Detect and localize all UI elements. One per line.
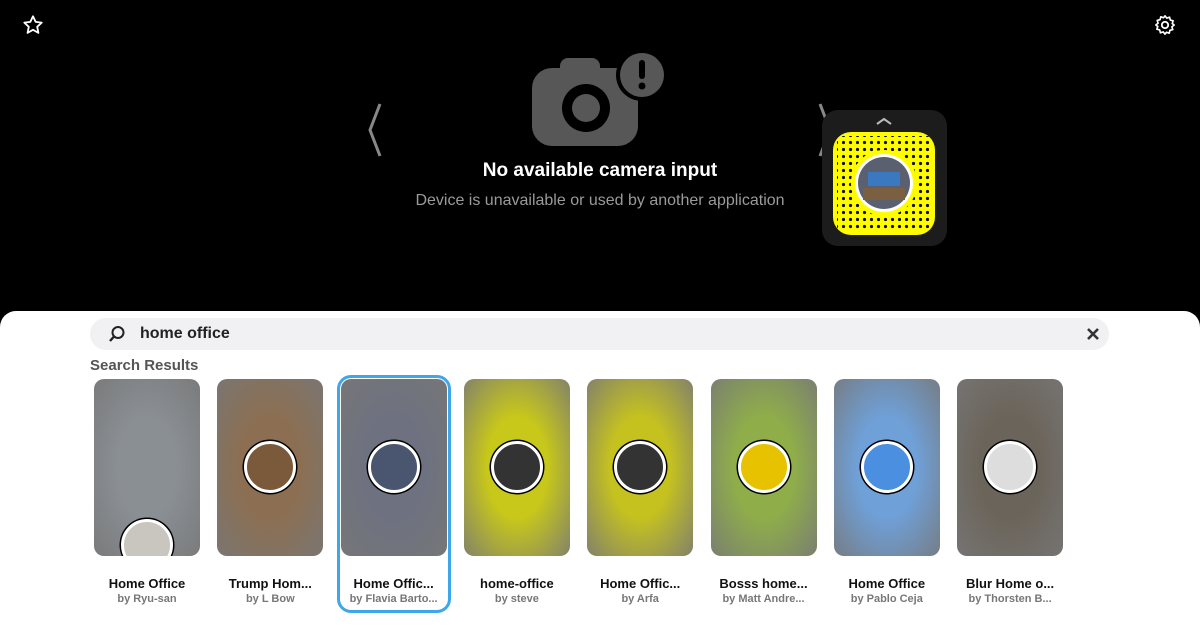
lens-label[interactable]: Home Office by Ryu-san — [86, 576, 209, 605]
lens-title: Home Office — [848, 576, 926, 591]
lens-title: Home Offic... — [600, 576, 681, 591]
camera-status-title: No available camera input — [482, 160, 718, 181]
snapcode[interactable] — [822, 110, 947, 246]
chevron-left-icon[interactable] — [364, 100, 384, 160]
lens-icon — [244, 441, 297, 493]
snapcode-image — [833, 132, 935, 235]
lens-card[interactable] — [463, 379, 570, 556]
lens-label[interactable]: Home Offic... by Arfa — [579, 576, 702, 605]
search-icon — [109, 326, 125, 342]
lens-title: Home Office — [108, 576, 186, 591]
lens-icon — [737, 441, 790, 493]
lens-icon — [490, 441, 543, 493]
lens-author: by steve — [494, 593, 539, 605]
lens-title: Home Offic... — [353, 576, 434, 591]
lens-card[interactable] — [340, 379, 447, 556]
close-icon[interactable] — [1086, 327, 1100, 341]
lens-label[interactable]: Home Offic... by Flavia Barto... — [332, 576, 455, 605]
lens-title: Trump Hom... — [228, 576, 312, 591]
lens-label[interactable]: home-office by steve — [455, 576, 578, 605]
gear-icon[interactable] — [1154, 14, 1176, 36]
lens-title: home-office — [480, 576, 554, 591]
search-bar[interactable] — [90, 318, 1109, 350]
lens-icon — [614, 441, 667, 493]
lens-card[interactable] — [217, 379, 324, 556]
lens-label[interactable]: Home Office by Pablo Ceja — [825, 576, 948, 605]
lens-author: by L Bow — [245, 593, 295, 605]
lens-author: by Arfa — [621, 593, 659, 605]
chevron-up-icon[interactable] — [874, 116, 894, 126]
lens-label[interactable]: Trump Hom... by L Bow — [209, 576, 332, 605]
lens-icon — [984, 441, 1037, 493]
lens-author: by Ryu-san — [117, 593, 177, 605]
lens-label[interactable]: Blur Home o... by Thorsten B... — [949, 576, 1072, 605]
camera-error-icon — [530, 49, 670, 150]
star-icon[interactable] — [22, 14, 44, 36]
search-results-label: Search Results — [90, 357, 199, 374]
lens-icon — [367, 441, 420, 493]
lens-label[interactable]: Bosss home... by Matt Andre... — [702, 576, 825, 605]
camera-status-subtitle: Device is unavailable or used by another… — [415, 192, 785, 209]
lens-icon — [860, 441, 913, 493]
lens-author: by Pablo Ceja — [850, 593, 923, 605]
lens-author: by Flavia Barto... — [349, 593, 438, 605]
search-input[interactable] — [140, 318, 1040, 350]
lens-card[interactable] — [587, 379, 694, 556]
lens-card[interactable] — [957, 379, 1064, 556]
lens-card[interactable] — [94, 379, 200, 556]
lens-card[interactable] — [833, 379, 940, 556]
lens-title: Bosss home... — [719, 576, 808, 591]
lens-author: by Thorsten B... — [968, 593, 1052, 605]
lens-icon — [121, 519, 173, 556]
lens-card[interactable] — [710, 379, 817, 556]
lens-title: Blur Home o... — [966, 576, 1055, 591]
lens-author: by Matt Andre... — [722, 593, 805, 605]
